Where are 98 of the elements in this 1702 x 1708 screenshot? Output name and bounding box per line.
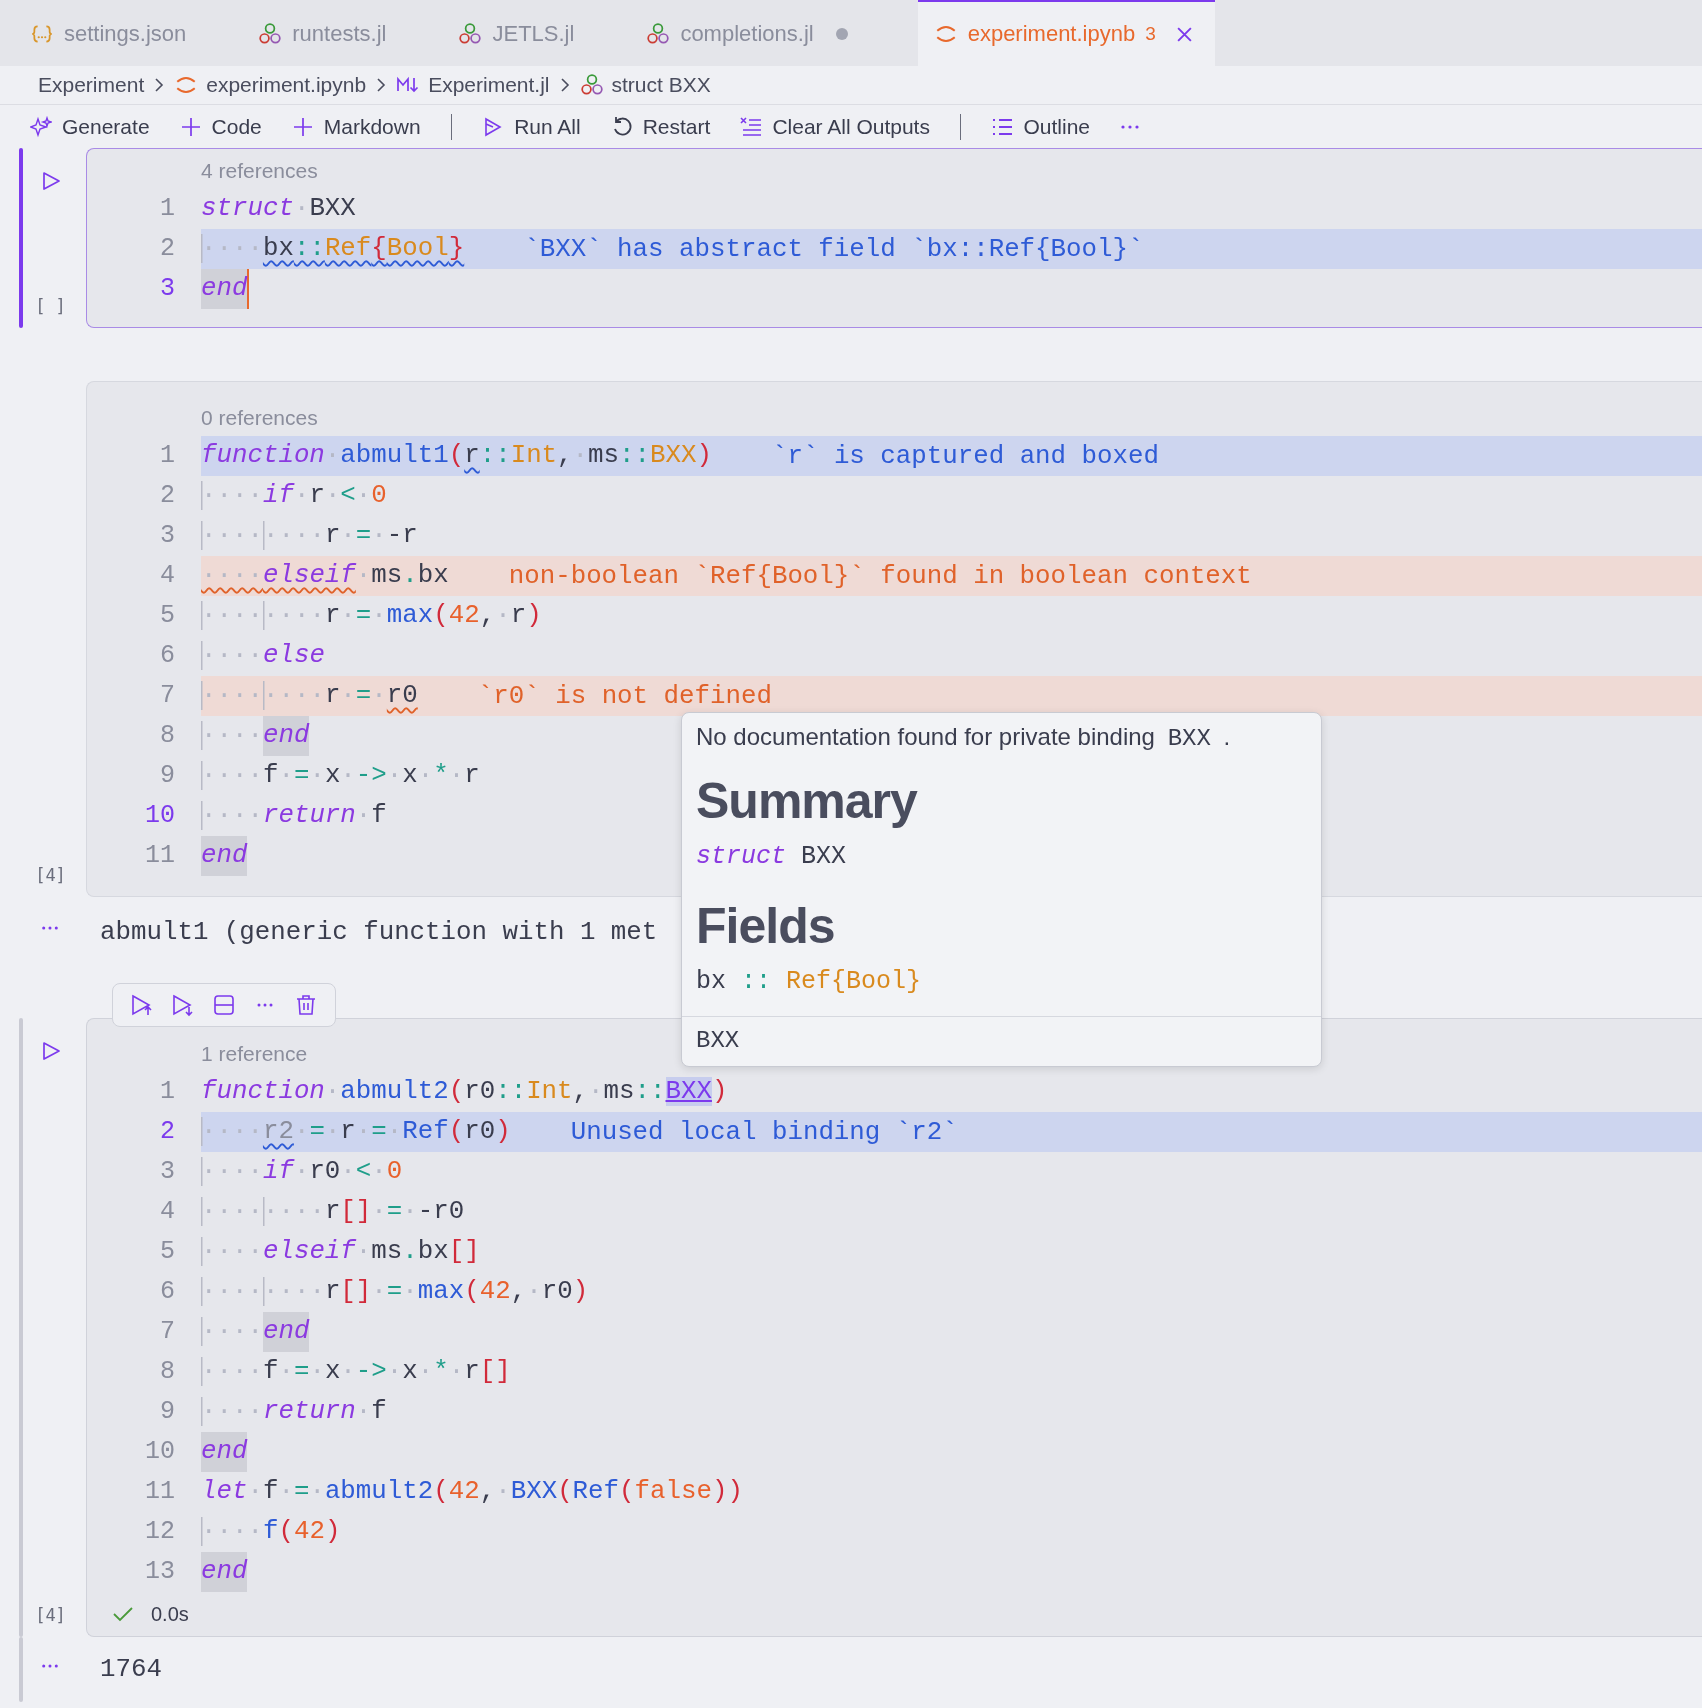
unsaved-dot-icon	[835, 28, 848, 40]
sparkle-icon	[30, 115, 52, 138]
diagnostic-message: Unused local binding `r2`	[570, 1117, 958, 1147]
hover-footer: BXX	[682, 1016, 1321, 1066]
line-number: 4	[159, 560, 175, 592]
run-below-icon[interactable]	[170, 993, 195, 1017]
line-number: 6	[159, 1276, 175, 1308]
line-number: 5	[159, 600, 175, 632]
code-line: ········r·=·-r	[201, 520, 418, 552]
line-number: 2	[159, 480, 175, 512]
line-number: 10	[144, 800, 175, 832]
code-line: ········r·=·r0	[201, 680, 418, 712]
more-icon[interactable]	[41, 925, 59, 931]
line-number: 13	[144, 1556, 175, 1588]
line-number: 3	[159, 1156, 175, 1188]
clear-all-icon	[740, 115, 763, 138]
execution-count: [ ]	[35, 296, 66, 316]
line-number: 2	[159, 233, 175, 265]
line-number: 3	[159, 520, 175, 552]
more-icon[interactable]	[1120, 123, 1140, 130]
code-line: ····return·f	[201, 1396, 387, 1428]
line-number: 2	[159, 1116, 175, 1148]
cell-output: abmult1 (generic function with 1 met	[100, 917, 658, 947]
code-line: ····elseif·ms.bx[]	[201, 1236, 480, 1268]
breadcrumb-item[interactable]: experiment.ipynb	[174, 73, 367, 97]
line-number: 8	[159, 1356, 175, 1388]
line-number: 1	[159, 440, 175, 472]
line-number: 8	[159, 720, 175, 752]
line-number: 7	[159, 1316, 175, 1348]
code-line: struct·BXX	[201, 193, 356, 225]
code-line: ····if·r0·<·0	[201, 1156, 403, 1188]
code-line: ········r[]·=·-r0	[201, 1196, 465, 1228]
code-line: function·abmult2(r0::Int,·ms::BXX)	[201, 1076, 728, 1108]
code-line: ········r[]·=·max(42,·r0)	[201, 1276, 589, 1308]
code-line: ····elseif·ms.bx	[201, 560, 449, 592]
code-line: let·f·=·abmult2(42,·BXX(Ref(false))	[201, 1476, 743, 1508]
execution-time: 0.0s	[151, 1602, 189, 1626]
toolbar-button[interactable]: Generate	[30, 114, 150, 139]
line-number: 9	[159, 1396, 175, 1428]
execution-count: [4]	[35, 1605, 66, 1625]
toolbar-button[interactable]: Restart	[610, 114, 711, 139]
code-line: ····else	[201, 640, 325, 672]
plus-icon	[179, 115, 202, 138]
doc-code: struct BXX	[695, 841, 848, 873]
chevron-right-icon	[376, 77, 387, 93]
diagnostic-message: `BXX` has abstract field `bx::Ref{Bool}`	[524, 234, 1144, 264]
line-number: 11	[144, 840, 175, 872]
breadcrumb-item[interactable]: struct BXX	[579, 73, 711, 97]
more-icon[interactable]	[41, 1662, 59, 1669]
chevron-right-icon	[154, 77, 165, 93]
code-line: function·abmult1(r::Int,·ms::BXX)	[201, 440, 712, 472]
line-number: 6	[159, 640, 175, 672]
hover-message: No documentation found for private binding BXX .	[695, 722, 1232, 752]
line-number: 7	[159, 680, 175, 712]
toolbar-button[interactable]: Clear All Outputs	[740, 114, 930, 139]
toolbar-button[interactable]: Code	[179, 114, 262, 139]
line-number: 1	[159, 1076, 175, 1108]
line-number: 10	[144, 1436, 175, 1468]
line-number: 11	[144, 1476, 175, 1508]
code-cell[interactable]	[86, 1018, 1702, 1637]
three-circles-icon	[579, 73, 604, 97]
doc-heading: Summary	[695, 772, 919, 830]
toolbar-button[interactable]: Run All	[482, 114, 581, 139]
code-line: ····f(42)	[201, 1516, 341, 1548]
line-number: 1	[159, 193, 175, 225]
line-number: 5	[159, 1236, 175, 1268]
code-line: ····return·f	[201, 800, 387, 832]
run-above-icon[interactable]	[129, 993, 154, 1017]
three-circles-icon	[258, 22, 283, 46]
execution-count: [4]	[35, 865, 66, 885]
code-line: ····end	[201, 716, 310, 756]
chevron-right-icon	[559, 77, 570, 93]
breadcrumb-item[interactable]: Experiment.jl	[396, 73, 550, 97]
doc-code: bx :: Ref{Bool}	[695, 966, 923, 998]
code-line: ····f·=·x·->·x·*·r	[201, 760, 480, 792]
code-line: ····if·r·<·0	[201, 480, 387, 512]
code-line: ····bx::Ref{Bool}	[201, 233, 465, 265]
diagnostic-message: non-boolean `Ref{Bool}` found in boolean context	[508, 561, 1252, 591]
breadcrumb-item[interactable]: Experiment	[38, 73, 145, 97]
toolbar-button[interactable]: Markdown	[291, 114, 421, 139]
three-circles-icon	[458, 22, 483, 46]
three-circles-icon	[646, 22, 671, 46]
split-cell-icon[interactable]	[211, 993, 236, 1017]
doc-heading: Fields	[695, 897, 836, 955]
code-line: ····end	[201, 1312, 310, 1352]
close-icon[interactable]	[1175, 25, 1193, 43]
toolbar-button[interactable]: Outline	[991, 114, 1090, 139]
code-line: ····f·=·x·->·x·*·r[]	[201, 1356, 511, 1388]
cell-output: 1764	[100, 1655, 162, 1684]
line-number: 4	[159, 1196, 175, 1228]
line-number: 12	[144, 1516, 175, 1548]
code-line: ········r·=·max(42,·r)	[201, 600, 542, 632]
line-number: 9	[159, 760, 175, 792]
line-number: 3	[159, 273, 175, 305]
code-line: ····r2·=·r·=·Ref(r0)	[201, 1116, 511, 1148]
plus-icon	[291, 115, 314, 138]
diagnostic-message: `r0` is not defined	[477, 681, 772, 711]
diagnostic-message: `r` is captured and boxed	[771, 441, 1159, 471]
